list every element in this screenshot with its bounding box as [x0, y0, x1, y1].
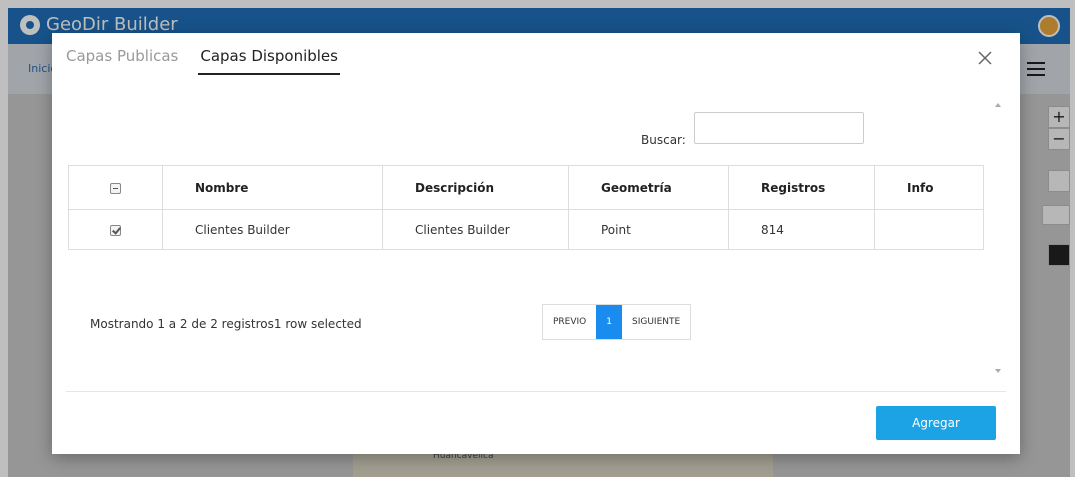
cell-info [874, 209, 984, 250]
cell-nombre: Clientes Builder [162, 209, 383, 250]
row-select-cell[interactable] [68, 209, 163, 250]
pagination: PREVIO 1 SIGUIENTE [542, 304, 692, 340]
select-all-header[interactable] [68, 165, 163, 210]
row-checkbox[interactable] [110, 224, 121, 236]
prev-page-button[interactable]: PREVIO [543, 305, 596, 339]
add-button[interactable]: Agregar [876, 406, 996, 440]
cell-descripcion: Clientes Builder [382, 209, 569, 250]
page-1-button[interactable]: 1 [596, 305, 622, 339]
modal-body: Buscar: Nombre Descripción Geometría Reg… [66, 97, 1006, 377]
cell-geometria: Point [568, 209, 729, 250]
tab-capas-disponibles[interactable]: Capas Disponibles [198, 43, 340, 75]
next-page-button[interactable]: SIGUIENTE [622, 305, 690, 339]
footer-divider [66, 391, 1006, 392]
table-row[interactable]: Clientes Builder Clientes Builder Point … [68, 209, 984, 250]
column-header-descripcion[interactable]: Descripción [382, 165, 569, 210]
layers-modal: Capas Publicas Capas Disponibles Buscar:… [52, 33, 1020, 454]
column-header-registros[interactable]: Registros [728, 165, 875, 210]
scroll-up-icon[interactable] [995, 103, 1001, 107]
column-header-geometria[interactable]: Geometría [568, 165, 729, 210]
cell-registros: 814 [728, 209, 875, 250]
table-info-text: Mostrando 1 a 2 de 2 registros1 row sele… [90, 317, 362, 331]
search-label: Buscar: [641, 133, 686, 147]
tab-capas-publicas[interactable]: Capas Publicas [66, 43, 178, 75]
modal-scrollbar[interactable] [992, 97, 1006, 379]
modal-tabs: Capas Publicas Capas Disponibles [66, 43, 340, 75]
column-header-nombre[interactable]: Nombre [162, 165, 383, 210]
column-header-info[interactable]: Info [874, 165, 984, 210]
layers-table: Nombre Descripción Geometría Registros I… [68, 165, 984, 250]
table-header-row: Nombre Descripción Geometría Registros I… [68, 165, 984, 210]
search-input[interactable] [694, 112, 864, 144]
scroll-down-icon[interactable] [995, 369, 1001, 373]
close-icon[interactable] [976, 49, 994, 67]
select-all-checkbox[interactable] [110, 182, 121, 194]
